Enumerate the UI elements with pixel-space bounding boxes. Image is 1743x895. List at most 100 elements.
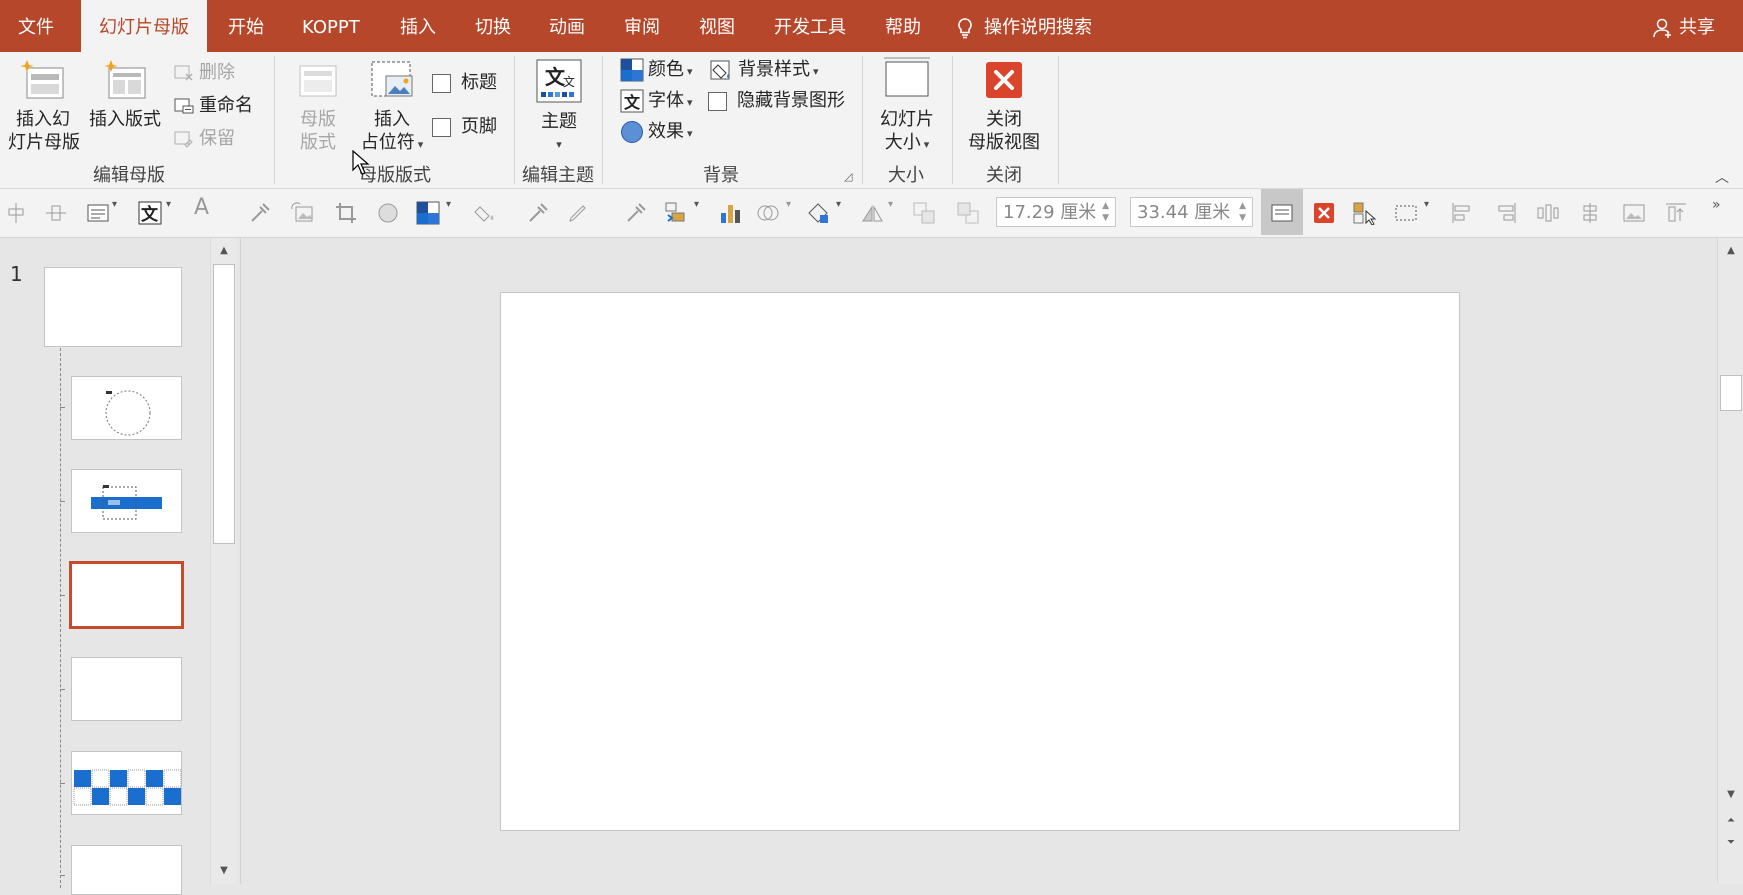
align-top-icon[interactable] xyxy=(4,201,28,225)
master-thumbnail[interactable] xyxy=(44,267,182,347)
slide-editor xyxy=(240,238,1717,884)
selection-pane-icon[interactable] xyxy=(1394,201,1418,225)
title-checkbox[interactable]: 标题 xyxy=(432,70,497,96)
dropdown-arrow-icon[interactable]: ▾ xyxy=(836,199,860,223)
tab-transitions[interactable]: 切换 xyxy=(475,0,511,52)
layout-thumbnail[interactable] xyxy=(71,751,182,815)
align-middle-icon[interactable] xyxy=(44,201,68,225)
fill-bucket-icon[interactable] xyxy=(474,201,498,225)
font-color-icon[interactable]: A xyxy=(194,195,218,220)
tab-insert[interactable]: 插入 xyxy=(400,0,436,52)
hide-background-graphics-checkbox[interactable]: 隐藏背景图形 xyxy=(708,88,845,114)
insert-layout-button[interactable]: 插入版式 xyxy=(88,58,162,131)
editor-scrollbar[interactable]: ▲ ▼ ⏶ ⏷ xyxy=(1717,238,1743,884)
background-dialog-launcher-icon[interactable]: ◿ xyxy=(844,164,852,190)
distribute-horizontal-icon[interactable] xyxy=(1536,201,1560,225)
scroll-up-icon[interactable]: ▲ xyxy=(1722,242,1740,260)
footer-checkbox-box[interactable] xyxy=(432,117,451,137)
blue-band-placeholder-icon xyxy=(91,485,162,520)
vertical-text-icon[interactable]: 文 xyxy=(138,201,162,225)
tab-home[interactable]: 开始 xyxy=(228,0,264,52)
master-layout-button[interactable]: 母版 版式 xyxy=(286,58,350,154)
title-checkbox-box[interactable] xyxy=(432,73,451,93)
close-master-view-button[interactable]: 关闭 母版视图 xyxy=(962,58,1046,154)
themes-button[interactable]: 文 文 主题 ▾ xyxy=(528,58,590,156)
distribute-vertical-icon[interactable] xyxy=(1578,201,1602,225)
effects-button[interactable]: 效果 ▾ xyxy=(620,119,693,145)
merge-shapes-icon[interactable] xyxy=(756,201,780,225)
scroll-up-icon[interactable]: ▲ xyxy=(215,242,233,260)
eyedropper-icon[interactable] xyxy=(248,201,272,225)
scrollbar-thumb[interactable] xyxy=(213,264,235,544)
delete-button[interactable]: 删除 xyxy=(173,60,235,86)
picture-frame-icon[interactable] xyxy=(1622,201,1646,225)
oval-shape-icon[interactable] xyxy=(376,201,400,225)
pen-outline-icon[interactable] xyxy=(566,201,590,225)
layout-thumbnail[interactable] xyxy=(71,469,182,533)
shape-fill-icon[interactable] xyxy=(416,201,440,225)
layout-thumbnail[interactable] xyxy=(71,845,182,895)
dropdown-arrow-icon[interactable]: ▾ xyxy=(1424,199,1448,223)
hide-bg-checkbox-box[interactable] xyxy=(708,91,727,111)
footer-checkbox[interactable]: 页脚 xyxy=(432,114,497,140)
change-picture-icon[interactable] xyxy=(290,201,314,225)
chart-icon[interactable] xyxy=(718,201,742,225)
previous-slide-icon[interactable]: ⏶ xyxy=(1722,812,1740,830)
toolbar-overflow-icon[interactable]: » xyxy=(1712,197,1736,221)
tab-slide-master[interactable]: 幻灯片母版 xyxy=(81,0,207,52)
tab-animations[interactable]: 动画 xyxy=(549,0,585,52)
collapse-ribbon-icon[interactable]: ︿ xyxy=(1715,167,1729,187)
align-right-icon[interactable] xyxy=(1494,201,1518,225)
delete-icon xyxy=(174,65,193,81)
slide-canvas[interactable] xyxy=(500,292,1460,831)
thumbnail-scrollbar[interactable]: ▲ ▼ xyxy=(210,238,237,884)
preserve-button[interactable]: 保留 xyxy=(173,126,235,152)
rotate-icon[interactable] xyxy=(860,201,884,225)
select-objects-icon[interactable] xyxy=(1352,201,1376,225)
dropdown-arrow-icon[interactable]: ▾ xyxy=(694,199,718,223)
insert-placeholder-button[interactable]: 插入 占位符 ▾ xyxy=(356,58,428,156)
tab-file[interactable]: 文件 xyxy=(14,0,58,52)
tab-koppt[interactable]: KOPPT xyxy=(302,0,360,52)
dropdown-arrow-icon[interactable]: ▾ xyxy=(446,199,470,223)
next-slide-icon[interactable]: ⏷ xyxy=(1722,834,1740,852)
dropdown-arrow-icon[interactable]: ▾ xyxy=(112,199,136,223)
layout-thumbnail[interactable] xyxy=(71,376,182,440)
delete-red-icon[interactable] xyxy=(1312,201,1336,225)
spinner-arrows-icon[interactable]: ▲ ▼ xyxy=(1239,200,1246,224)
tab-review[interactable]: 审阅 xyxy=(624,0,660,52)
colors-button[interactable]: 颜色 ▾ xyxy=(620,57,693,83)
background-styles-button[interactable]: 背景样式 ▾ xyxy=(710,57,819,83)
tab-view[interactable]: 视图 xyxy=(699,0,735,52)
align-left-icon[interactable] xyxy=(1450,201,1474,225)
spinner-arrows-icon[interactable]: ▲ ▼ xyxy=(1102,200,1109,224)
arrange-icon[interactable] xyxy=(664,201,688,225)
dropdown-arrow-icon[interactable]: ▾ xyxy=(888,199,912,223)
scroll-down-icon[interactable]: ▼ xyxy=(215,862,233,880)
crop-icon[interactable] xyxy=(334,201,358,225)
fonts-button[interactable]: 文字体 ▾ xyxy=(620,88,693,114)
eyedropper-icon[interactable] xyxy=(526,201,550,225)
shape-width-input[interactable]: 33.44 厘米 ▲ ▼ xyxy=(1130,197,1253,227)
tab-help[interactable]: 帮助 xyxy=(885,0,921,52)
tab-developer[interactable]: 开发工具 xyxy=(774,0,846,52)
eyedropper-icon[interactable] xyxy=(624,201,648,225)
fonts-icon: 文 xyxy=(620,89,644,113)
edit-shape-icon[interactable] xyxy=(806,201,830,225)
scrollbar-thumb[interactable] xyxy=(1720,375,1742,411)
share-button[interactable]: 共享 xyxy=(1653,0,1715,52)
flip-top-icon[interactable] xyxy=(1664,201,1688,225)
tell-me-search[interactable]: 操作说明搜索 xyxy=(956,0,1092,52)
shape-height-input[interactable]: 17.29 厘米 ▲ ▼ xyxy=(996,197,1116,227)
send-backward-icon[interactable] xyxy=(956,201,980,225)
layout-thumbnail[interactable] xyxy=(71,657,182,721)
layout-thumbnail-selected[interactable] xyxy=(69,561,184,629)
dropdown-arrow-icon[interactable]: ▾ xyxy=(166,199,190,223)
rename-button[interactable]: 重命名 xyxy=(173,93,253,119)
slide-size-button[interactable]: 幻灯片 大小 ▾ xyxy=(872,56,942,156)
insert-slide-master-button[interactable]: 插入幻 灯片母版 xyxy=(8,58,80,154)
text-layout-icon[interactable] xyxy=(1270,201,1294,225)
bring-forward-icon[interactable] xyxy=(912,201,936,225)
scroll-down-icon[interactable]: ▼ xyxy=(1722,786,1740,804)
text-box-icon[interactable] xyxy=(86,201,110,225)
